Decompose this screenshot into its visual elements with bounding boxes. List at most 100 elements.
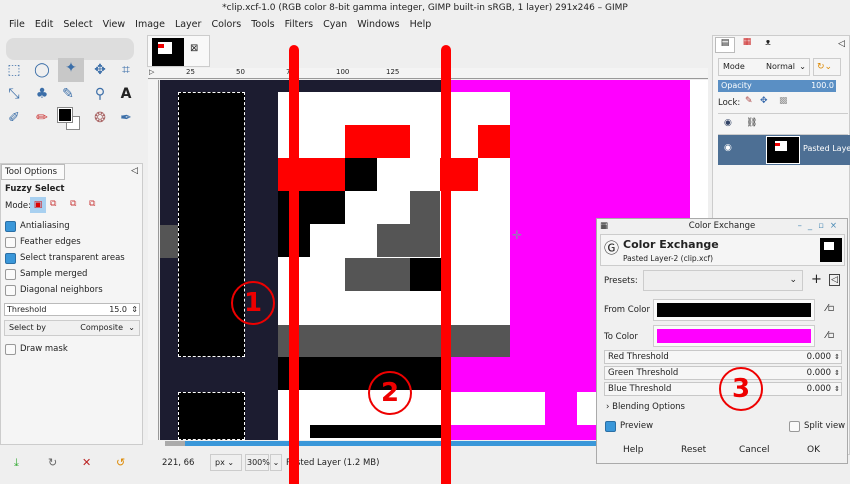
preset-menu-icon[interactable]: ◁ [829, 274, 840, 286]
zoom-field[interactable]: 300% [245, 454, 270, 471]
spin-icon[interactable]: ⇕ [131, 304, 138, 315]
layer-info: Pasted Layer (1.2 MB) [286, 458, 380, 468]
layer-name[interactable]: Pasted Layer [803, 144, 850, 153]
move-icon[interactable]: ✥ [90, 60, 110, 80]
color-picker-icon[interactable]: ⚲ [90, 84, 110, 104]
menu-view[interactable]: View [98, 16, 131, 34]
checkbox[interactable] [5, 236, 16, 248]
transform-icon[interactable]: ⤡ [4, 84, 24, 104]
draw-mask-checkbox[interactable]: Draw mask [5, 341, 68, 357]
eraser-icon[interactable]: ✏ [32, 108, 52, 128]
menu-tools[interactable]: Tools [246, 16, 279, 34]
clone-icon[interactable]: ❂ [90, 108, 110, 128]
dialog-subtitle: Pasted Layer-2 (clip.xcf) [623, 254, 714, 263]
eye-icon: ◉ [724, 118, 732, 128]
menu-filters[interactable]: Filters [280, 16, 318, 34]
panel-menu-icon[interactable]: ◁ [131, 166, 138, 176]
checkbox[interactable] [5, 220, 16, 232]
checkbox-label: Select transparent areas [20, 253, 125, 263]
blend-space-dropdown[interactable]: ↻⌄ [813, 58, 841, 76]
mode-replace-icon[interactable]: ▣ [30, 197, 46, 213]
to-color-picker-icon[interactable]: ⁄▫ [826, 330, 834, 341]
layers-tab-icon[interactable]: ▤ [715, 37, 735, 53]
zoom-dropdown-icon[interactable]: ⌄ [270, 454, 282, 471]
layer-mode-dropdown[interactable]: Mode Normal ⌄ [718, 58, 810, 76]
smudge-icon[interactable]: ✒ [116, 108, 136, 128]
panel-menu-icon[interactable]: ◁ [838, 39, 845, 49]
fuzzy-select-icon[interactable]: ✦ [58, 58, 84, 82]
quick-mask-icon[interactable]: ▷ [149, 68, 154, 76]
image-tab[interactable]: ⊠ [147, 35, 210, 67]
text-tool-icon[interactable]: A [116, 84, 136, 104]
warp-icon[interactable]: ♣ [32, 84, 52, 104]
checkbox[interactable] [5, 284, 16, 296]
lock-position-icon[interactable]: ✥ [760, 96, 768, 106]
opacity-slider[interactable]: Opacity 100.0 [718, 80, 836, 92]
add-preset-icon[interactable]: + [811, 272, 822, 287]
paths-tab-icon[interactable]: ᴥ [758, 37, 778, 53]
window-controls-icon[interactable]: –_▫× [798, 219, 843, 233]
visibility-eye-icon[interactable]: ◉ [724, 143, 732, 153]
menu-select[interactable]: Select [58, 16, 97, 34]
mode-add-icon[interactable]: ⧉ [50, 199, 56, 209]
menu-bar: File Edit Select View Image Layer Colors Tools F… [0, 16, 850, 34]
foreground-color[interactable] [57, 107, 73, 123]
sample-merged-checkbox[interactable]: Sample merged [5, 266, 144, 282]
red-threshold-spinner[interactable]: Red Threshold 0.000 ⇕ [604, 350, 842, 364]
lock-pixels-icon[interactable]: ✎ [745, 96, 753, 106]
ok-button[interactable]: OK [807, 445, 820, 455]
preview-checkbox[interactable]: Preview [605, 418, 653, 434]
checkbox[interactable] [5, 343, 16, 355]
from-color-picker-icon[interactable]: ⁄▫ [826, 303, 834, 314]
checkbox[interactable] [5, 252, 16, 264]
presets-dropdown[interactable]: ⌄ [643, 270, 803, 291]
help-button[interactable]: Help [623, 445, 644, 455]
from-color-button[interactable] [653, 299, 815, 321]
menu-layer[interactable]: Layer [170, 16, 207, 34]
close-tab-icon[interactable]: ⊠ [190, 43, 198, 54]
antialiasing-checkbox[interactable]: Antialiasing [5, 218, 144, 234]
menu-edit[interactable]: Edit [30, 16, 58, 34]
tab-tool-options[interactable]: Tool Options [1, 164, 65, 180]
crosshair-cursor-icon: ✛ [512, 228, 523, 242]
checkbox[interactable] [5, 268, 16, 280]
select-transparent-checkbox[interactable]: Select transparent areas [5, 250, 144, 266]
app-icon: ▦ [600, 221, 609, 231]
channels-tab-icon[interactable]: ▦ [737, 37, 757, 53]
to-color-button[interactable] [653, 325, 815, 347]
threshold-slider[interactable]: Threshold 15.0 ⇕ [4, 303, 140, 316]
delete-options-icon[interactable]: ✕ [82, 456, 91, 469]
menu-windows[interactable]: Windows [352, 16, 404, 34]
restore-options-icon[interactable]: ↻ [48, 456, 57, 469]
lock-alpha-icon[interactable]: ▩ [779, 96, 788, 106]
diagonal-neighbors-checkbox[interactable]: Diagonal neighbors [5, 282, 144, 298]
paintbrush-icon[interactable]: ✐ [4, 108, 24, 128]
checkbox[interactable] [605, 420, 616, 432]
lasso-icon[interactable]: ◯ [32, 60, 52, 80]
mode-subtract-icon[interactable]: ⧉ [70, 199, 76, 209]
crop-icon[interactable]: ⌗ [116, 60, 136, 80]
wilber-banner [6, 38, 134, 60]
menu-file[interactable]: File [4, 16, 30, 34]
blending-options-expander[interactable]: › Blending Options [606, 402, 685, 412]
cancel-button[interactable]: Cancel [739, 445, 770, 455]
feather-edges-checkbox[interactable]: Feather edges [5, 234, 144, 250]
menu-help[interactable]: Help [405, 16, 437, 34]
checkbox[interactable] [789, 420, 800, 432]
mode-intersect-icon[interactable]: ⧉ [89, 199, 95, 209]
paths-icon[interactable]: ✎ [58, 84, 78, 104]
menu-image[interactable]: Image [130, 16, 170, 34]
chevron-down-icon: ⌄ [789, 275, 797, 285]
layer-row[interactable]: ◉ Pasted Layer [718, 135, 850, 165]
reset-button[interactable]: Reset [681, 445, 706, 455]
opacity-value: 100.0 [811, 81, 834, 90]
select-by-dropdown[interactable]: Select by Composite ⌄ [4, 320, 140, 336]
split-view-checkbox[interactable]: Split view [789, 418, 845, 434]
menu-colors[interactable]: Colors [206, 16, 246, 34]
save-options-icon[interactable]: ⤓ [14, 456, 19, 470]
rect-select-icon[interactable]: ⬚ [4, 60, 24, 80]
menu-cyan[interactable]: Cyan [318, 16, 352, 34]
reset-options-icon[interactable]: ↺ [116, 456, 125, 469]
unit-dropdown[interactable]: px ⌄ [210, 454, 242, 471]
zoom-value: 300% [247, 458, 270, 467]
